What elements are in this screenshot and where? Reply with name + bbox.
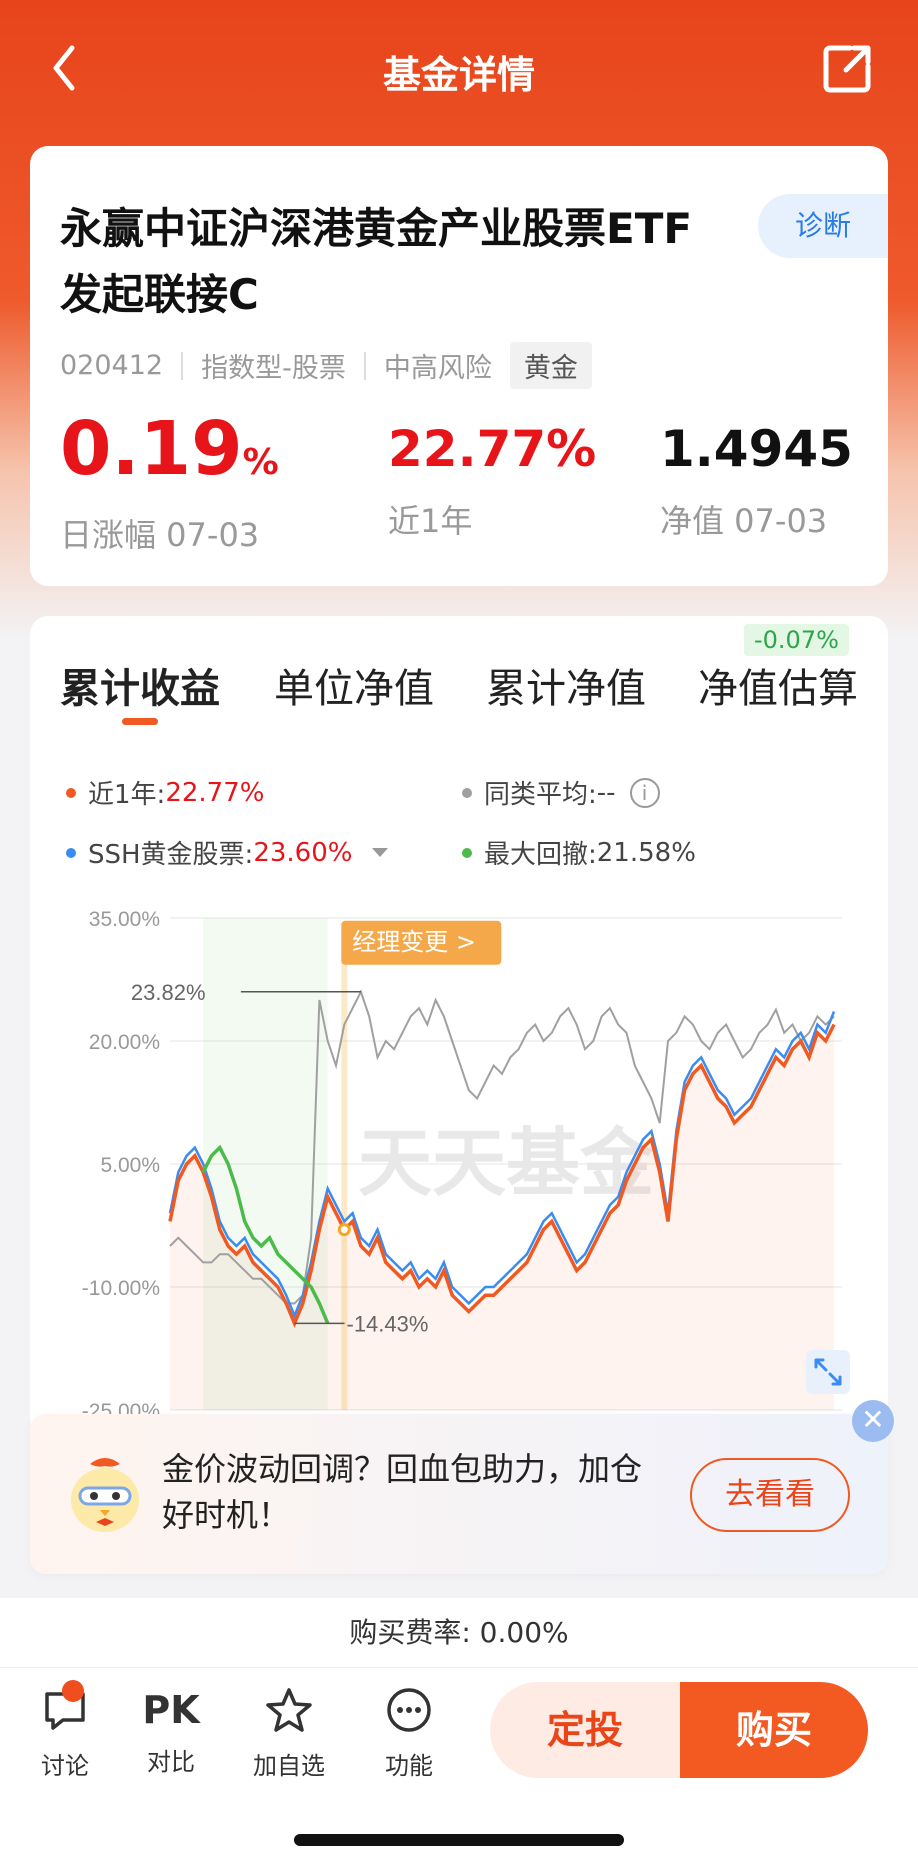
more-icon	[387, 1688, 431, 1732]
page-title: 基金详情	[382, 53, 535, 97]
fund-type: 指数型-股票	[201, 353, 346, 384]
discuss-button[interactable]: 讨论	[20, 1680, 110, 1781]
fund-name: 永赢中证沪深港黄金产业股票ETF发起联接C	[60, 204, 693, 319]
fund-meta: 020412 指数型-股票 中高风险 黄金	[60, 342, 592, 389]
return-chart[interactable]: 35.00%20.00%5.00%-10.00%-25.00%天天基金经理变更 …	[30, 616, 888, 1436]
daily-change-label: 日涨幅 07-03	[60, 516, 260, 554]
nav-value: 1.4945	[660, 420, 853, 478]
purchase-fee: 购买费率: 0.00%	[0, 1598, 918, 1668]
home-indicator-area	[0, 1792, 918, 1870]
mascot-icon	[71, 1458, 139, 1532]
nav-stat: 1.4945 净值 07-03	[660, 404, 853, 542]
pk-icon: PK	[142, 1688, 200, 1732]
home-indicator	[294, 1834, 624, 1846]
watch-label: 加自选	[253, 1752, 325, 1780]
add-watchlist-button[interactable]: 加自选	[244, 1686, 334, 1781]
min-label: -14.43%	[347, 1311, 429, 1336]
more-label: 功能	[385, 1752, 433, 1780]
top-bar: 基金详情	[0, 0, 918, 140]
divider	[363, 351, 366, 380]
compare-label: 对比	[147, 1748, 195, 1776]
compare-button[interactable]: PK 对比	[126, 1686, 216, 1777]
promo-banner[interactable]: 金价波动回调？回血包助力，加仓好时机！ 去看看 ✕	[30, 1400, 894, 1574]
notification-dot	[62, 1680, 84, 1702]
manager-change-dot	[337, 1223, 351, 1237]
year-return-value: 22.77%	[388, 420, 597, 478]
star-icon	[266, 1688, 312, 1732]
fund-info-card: 永赢中证沪深港黄金产业股票ETF发起联接C 诊断 020412 指数型-股票 中…	[30, 146, 888, 586]
watermark: 天天基金	[358, 1121, 655, 1207]
daily-change-value: 0.19%	[60, 406, 279, 492]
chart-card: -0.07% 累计收益 单位净值 累计净值 净值估算 近1年: 22.77% 同类…	[30, 616, 888, 1436]
promo-text: 金价波动回调？回血包助力，加仓好时机！	[162, 1450, 643, 1534]
daily-change-stat: 0.19% 日涨幅 07-03	[60, 404, 279, 556]
sip-button[interactable]: 定投	[490, 1682, 680, 1778]
discuss-label: 讨论	[41, 1752, 89, 1780]
manager-change-label: 经理变更 >	[352, 928, 476, 956]
promo-go-button[interactable]: 去看看	[690, 1458, 850, 1532]
share-icon[interactable]	[820, 40, 876, 96]
more-functions-button[interactable]: 功能	[364, 1686, 454, 1781]
fund-code: 020412	[60, 350, 164, 381]
close-icon[interactable]: ✕	[852, 1400, 894, 1442]
max-label: 23.82%	[131, 980, 206, 1005]
y-tick-label: 20.00%	[89, 1031, 160, 1054]
y-tick-label: 5.00%	[100, 1154, 160, 1177]
diagnose-button[interactable]: 诊断	[758, 194, 888, 258]
fund-risk: 中高风险	[383, 353, 492, 384]
bottom-action-bar: 讨论 PK 对比 加自选 功能 定投 购买	[0, 1668, 918, 1792]
fund-tag[interactable]: 黄金	[509, 342, 592, 389]
year-return-label: 近1年	[388, 502, 473, 540]
y-tick-label: -10.00%	[82, 1277, 160, 1300]
nav-label: 净值 07-03	[660, 502, 828, 540]
year-return-stat: 22.77% 近1年	[388, 404, 596, 542]
buy-button[interactable]: 购买	[680, 1682, 868, 1778]
expand-icon[interactable]	[806, 1350, 850, 1394]
y-tick-label: 35.00%	[89, 908, 160, 931]
divider	[181, 351, 184, 380]
